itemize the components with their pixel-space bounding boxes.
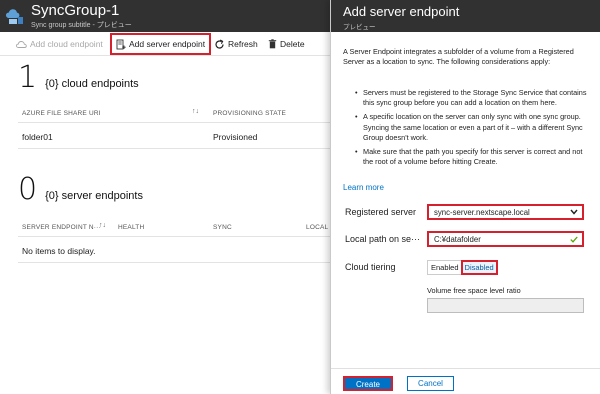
delete-button[interactable]: Delete [268, 33, 305, 55]
page-subtitle: Sync group subtitle - プレビュー [31, 22, 132, 29]
add-server-endpoint-button[interactable]: Add server endpoint [110, 33, 212, 55]
create-button[interactable]: Create [343, 376, 393, 391]
tiering-disabled-option[interactable]: Disabled [460, 260, 498, 275]
blade-title: Add server endpoint [343, 4, 460, 19]
registered-server-label: Registered server [345, 207, 417, 217]
blade-subtitle: プレビュー [343, 24, 376, 31]
header-divider [18, 122, 330, 123]
server-endpoint-count: 0 [18, 172, 38, 207]
column-header-provisioning-state[interactable]: PROVISIONING STATE [213, 110, 286, 117]
row-divider [18, 148, 330, 149]
refresh-label: Refresh [228, 39, 258, 49]
volume-free-space-input[interactable] [427, 298, 584, 313]
local-path-input[interactable]: C:¥datafolder [427, 231, 584, 247]
header-divider [18, 236, 330, 237]
delete-label: Delete [280, 39, 305, 49]
volume-free-space-label: Volume free space level ratio [427, 286, 521, 295]
checkmark-icon [570, 236, 578, 243]
refresh-button[interactable]: Refresh [214, 33, 258, 55]
registered-server-select[interactable]: sync-server.nextscape.local [427, 204, 584, 220]
learn-more-link[interactable]: Learn more [343, 183, 384, 192]
sync-group-blade: SyncGroup-1 Sync group subtitle - プレビュー … [0, 0, 330, 394]
cell-provisioning-state: Provisioned [213, 132, 258, 142]
local-path-value: C:¥datafolder [434, 235, 481, 244]
sort-icon[interactable]: ↑↓ [192, 108, 199, 115]
footer-divider [331, 368, 600, 369]
tiering-enabled-option[interactable]: Enabled [428, 261, 462, 274]
cancel-button[interactable]: Cancel [407, 376, 454, 391]
consideration-item: Make sure that the path you specify for … [355, 147, 591, 167]
cloud-endpoint-count: 1 [18, 60, 38, 95]
chevron-down-icon [570, 209, 578, 215]
registered-server-value: sync-server.nextscape.local [434, 208, 530, 217]
add-server-endpoint-label: Add server endpoint [129, 39, 206, 49]
cloud-tiering-label: Cloud tiering [345, 262, 396, 272]
intro-text: A Server Endpoint integrates a subfolder… [343, 47, 574, 67]
command-bar: Add cloud endpoint Add server endpoint R… [0, 32, 330, 56]
cloud-endpoints-summary: 1 {0} cloud endpoints [18, 60, 139, 95]
empty-table-message: No items to display. [22, 246, 96, 256]
sort-icon[interactable]: ↑↓ [99, 222, 106, 229]
add-server-icon [116, 39, 126, 49]
column-header-health[interactable]: HEALTH [118, 224, 144, 231]
consideration-item: A specific location on the server can on… [355, 112, 591, 143]
add-cloud-icon [16, 40, 27, 48]
server-endpoints-summary: 0 {0} server endpoints [18, 172, 143, 207]
sync-group-icon [6, 9, 23, 24]
add-cloud-endpoint-label: Add cloud endpoint [30, 39, 103, 49]
blade-header: Add server endpoint プレビュー [331, 0, 600, 32]
consideration-item: Servers must be registered to the Storag… [355, 88, 591, 108]
add-cloud-endpoint-button[interactable]: Add cloud endpoint [16, 33, 103, 55]
refresh-icon [215, 39, 224, 49]
delete-icon [268, 39, 277, 49]
considerations-list: Servers must be registered to the Storag… [355, 88, 591, 171]
page-title: SyncGroup-1 [31, 2, 120, 19]
sync-group-header: SyncGroup-1 Sync group subtitle - プレビュー [0, 0, 330, 32]
column-header-file-share-uri[interactable]: AZURE FILE SHARE URI [22, 110, 101, 117]
column-header-sync[interactable]: SYNC [213, 224, 232, 231]
cloud-endpoints-heading: {0} cloud endpoints [45, 78, 139, 90]
row-divider [18, 262, 330, 263]
server-endpoints-heading: {0} server endpoints [45, 190, 143, 202]
cell-file-share-uri[interactable]: folder01 [22, 132, 53, 142]
column-header-server-endpoint[interactable]: SERVER ENDPOINT N··· [22, 224, 101, 231]
column-header-local[interactable]: LOCAL [306, 224, 328, 231]
cloud-tiering-toggle: Enabled Disabled [427, 260, 498, 275]
add-server-endpoint-blade: Add server endpoint プレビュー A Server Endpo… [330, 0, 600, 394]
local-path-label: Local path on se··· [345, 234, 421, 244]
